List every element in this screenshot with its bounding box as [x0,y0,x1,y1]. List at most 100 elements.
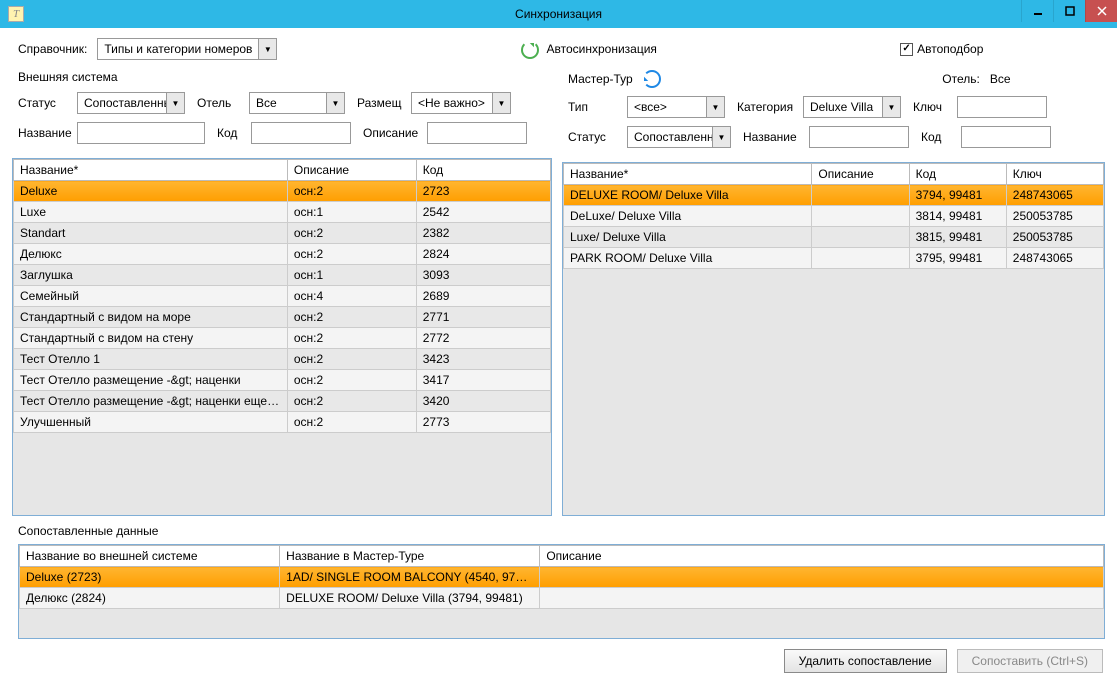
cell: осн:2 [287,223,416,244]
category-label: Категория [737,100,799,114]
table-row[interactable]: DeLuxe/ Deluxe Villa3814, 99481250053785 [564,206,1104,227]
master-panel-header: Мастер-Тур Отель: Все [562,66,1105,96]
cell: 3093 [416,265,550,286]
master-hotel-value: Все [990,72,1011,86]
reference-combo[interactable]: Типы и категории номеров ▼ [97,38,277,60]
table-row[interactable]: DELUXE ROOM/ Deluxe Villa3794, 994812487… [564,185,1104,206]
hotel-label: Отель [197,96,245,110]
desc-input[interactable] [427,122,527,144]
mapped-title: Сопоставленные данные [18,524,1105,538]
table-row[interactable]: Делюкс (2824)DELUXE ROOM/ Deluxe Villa (… [20,588,1104,609]
table-row[interactable]: PARK ROOM/ Deluxe Villa3795, 99481248743… [564,248,1104,269]
col-name[interactable]: Название* [564,164,812,185]
master-panel: Мастер-Тур Отель: Все Тип <все>▼ Категор… [562,66,1105,516]
table-row[interactable]: Семейныйосн:42689 [14,286,551,307]
cell: осн:4 [287,286,416,307]
footer-buttons: Удалить сопоставление Сопоставить (Ctrl+… [0,639,1117,683]
cell: 250053785 [1006,227,1103,248]
cell: осн:2 [287,328,416,349]
cell: Тест Отелло 1 [14,349,288,370]
app-icon: T [8,6,24,22]
code-input[interactable] [251,122,351,144]
autosync-link[interactable]: Автосинхронизация [547,42,657,56]
cell: 3417 [416,370,550,391]
col-code[interactable]: Код [416,160,550,181]
category-combo[interactable]: Deluxe Villa▼ [803,96,901,118]
table-row[interactable]: Улучшенныйосн:22773 [14,412,551,433]
table-row[interactable]: Стандартный с видом на стенуосн:22772 [14,328,551,349]
master-hotel-label: Отель: [942,72,980,86]
col-name[interactable]: Название* [14,160,288,181]
table-row[interactable]: Делюксосн:22824 [14,244,551,265]
master-panel-title: Мастер-Тур [568,72,633,86]
code-filter-label: Код [217,126,247,140]
table-row[interactable]: Standartосн:22382 [14,223,551,244]
col-desc[interactable]: Описание [540,546,1104,567]
table-row[interactable]: Luxeосн:12542 [14,202,551,223]
cell: Семейный [14,286,288,307]
cell: Тест Отелло размещение -&gt; наценки [14,370,288,391]
key-input[interactable] [957,96,1047,118]
cell: Стандартный с видом на стену [14,328,288,349]
close-button[interactable] [1085,0,1117,22]
col-desc[interactable]: Описание [287,160,416,181]
master-table[interactable]: Название* Описание Код Ключ DELUXE ROOM/… [562,162,1105,516]
cell: осн:2 [287,244,416,265]
col-ext[interactable]: Название во внешней системе [20,546,280,567]
placement-combo[interactable]: <Не важно>▼ [411,92,511,114]
external-table[interactable]: Название* Описание Код Deluxeосн:22723Lu… [12,158,552,516]
name-input[interactable] [77,122,205,144]
table-row[interactable]: Тест Отелло размещение -&gt; наценкиосн:… [14,370,551,391]
cell: Стандартный с видом на море [14,307,288,328]
type-combo[interactable]: <все>▼ [627,96,725,118]
maximize-button[interactable] [1053,0,1085,22]
chevron-down-icon: ▼ [882,97,900,117]
minimize-button[interactable] [1021,0,1053,22]
match-button[interactable]: Сопоставить (Ctrl+S) [957,649,1103,673]
col-desc[interactable]: Описание [812,164,909,185]
table-row[interactable]: Стандартный с видом на мореосн:22771 [14,307,551,328]
cell: Deluxe (2723) [20,567,280,588]
delete-mapping-button[interactable]: Удалить сопоставление [784,649,947,673]
table-row[interactable]: Тест Отелло 1осн:23423 [14,349,551,370]
cell: Делюкс (2824) [20,588,280,609]
name-filter-label: Название [18,126,73,140]
col-mt[interactable]: Название в Мастер-Туре [280,546,540,567]
cell: 3795, 99481 [909,248,1006,269]
cell: 2382 [416,223,550,244]
external-panel-header: Внешняя система [12,66,552,92]
cell: Заглушка [14,265,288,286]
name-input-right[interactable] [809,126,909,148]
cell: осн:2 [287,349,416,370]
external-panel: Внешняя система Статус Сопоставленнь▼ От… [12,66,552,516]
mapped-table[interactable]: Название во внешней системе Название в М… [18,544,1105,639]
cell: 2542 [416,202,550,223]
cell: 2824 [416,244,550,265]
col-key[interactable]: Ключ [1006,164,1103,185]
table-row[interactable]: Deluxeосн:22723 [14,181,551,202]
cell: 250053785 [1006,206,1103,227]
cell: осн:2 [287,370,416,391]
status-combo-right[interactable]: Сопоставленнь▼ [627,126,731,148]
table-row[interactable]: Deluxe (2723)1AD/ SINGLE ROOM BALCONY (4… [20,567,1104,588]
col-code[interactable]: Код [909,164,1006,185]
table-row[interactable]: Luxe/ Deluxe Villa3815, 99481250053785 [564,227,1104,248]
cell [812,185,909,206]
refresh-icon[interactable] [643,70,661,88]
cell: 3423 [416,349,550,370]
cell: PARK ROOM/ Deluxe Villa [564,248,812,269]
cell: осн:2 [287,391,416,412]
autopick-checkbox[interactable]: Автоподбор [900,42,983,56]
cell: 2773 [416,412,550,433]
cell: DeLuxe/ Deluxe Villa [564,206,812,227]
hotel-combo[interactable]: Все▼ [249,92,345,114]
cell: Luxe [14,202,288,223]
window-title: Синхронизация [515,7,602,21]
status-combo[interactable]: Сопоставленнь▼ [77,92,185,114]
table-row[interactable]: Заглушкаосн:13093 [14,265,551,286]
reference-label: Справочник: [18,42,87,56]
table-row[interactable]: Тест Отелло размещение -&gt; наценки еще… [14,391,551,412]
cell: Deluxe [14,181,288,202]
code-input-right[interactable] [961,126,1051,148]
cell: 1AD/ SINGLE ROOM BALCONY (4540, 97003) [280,567,540,588]
